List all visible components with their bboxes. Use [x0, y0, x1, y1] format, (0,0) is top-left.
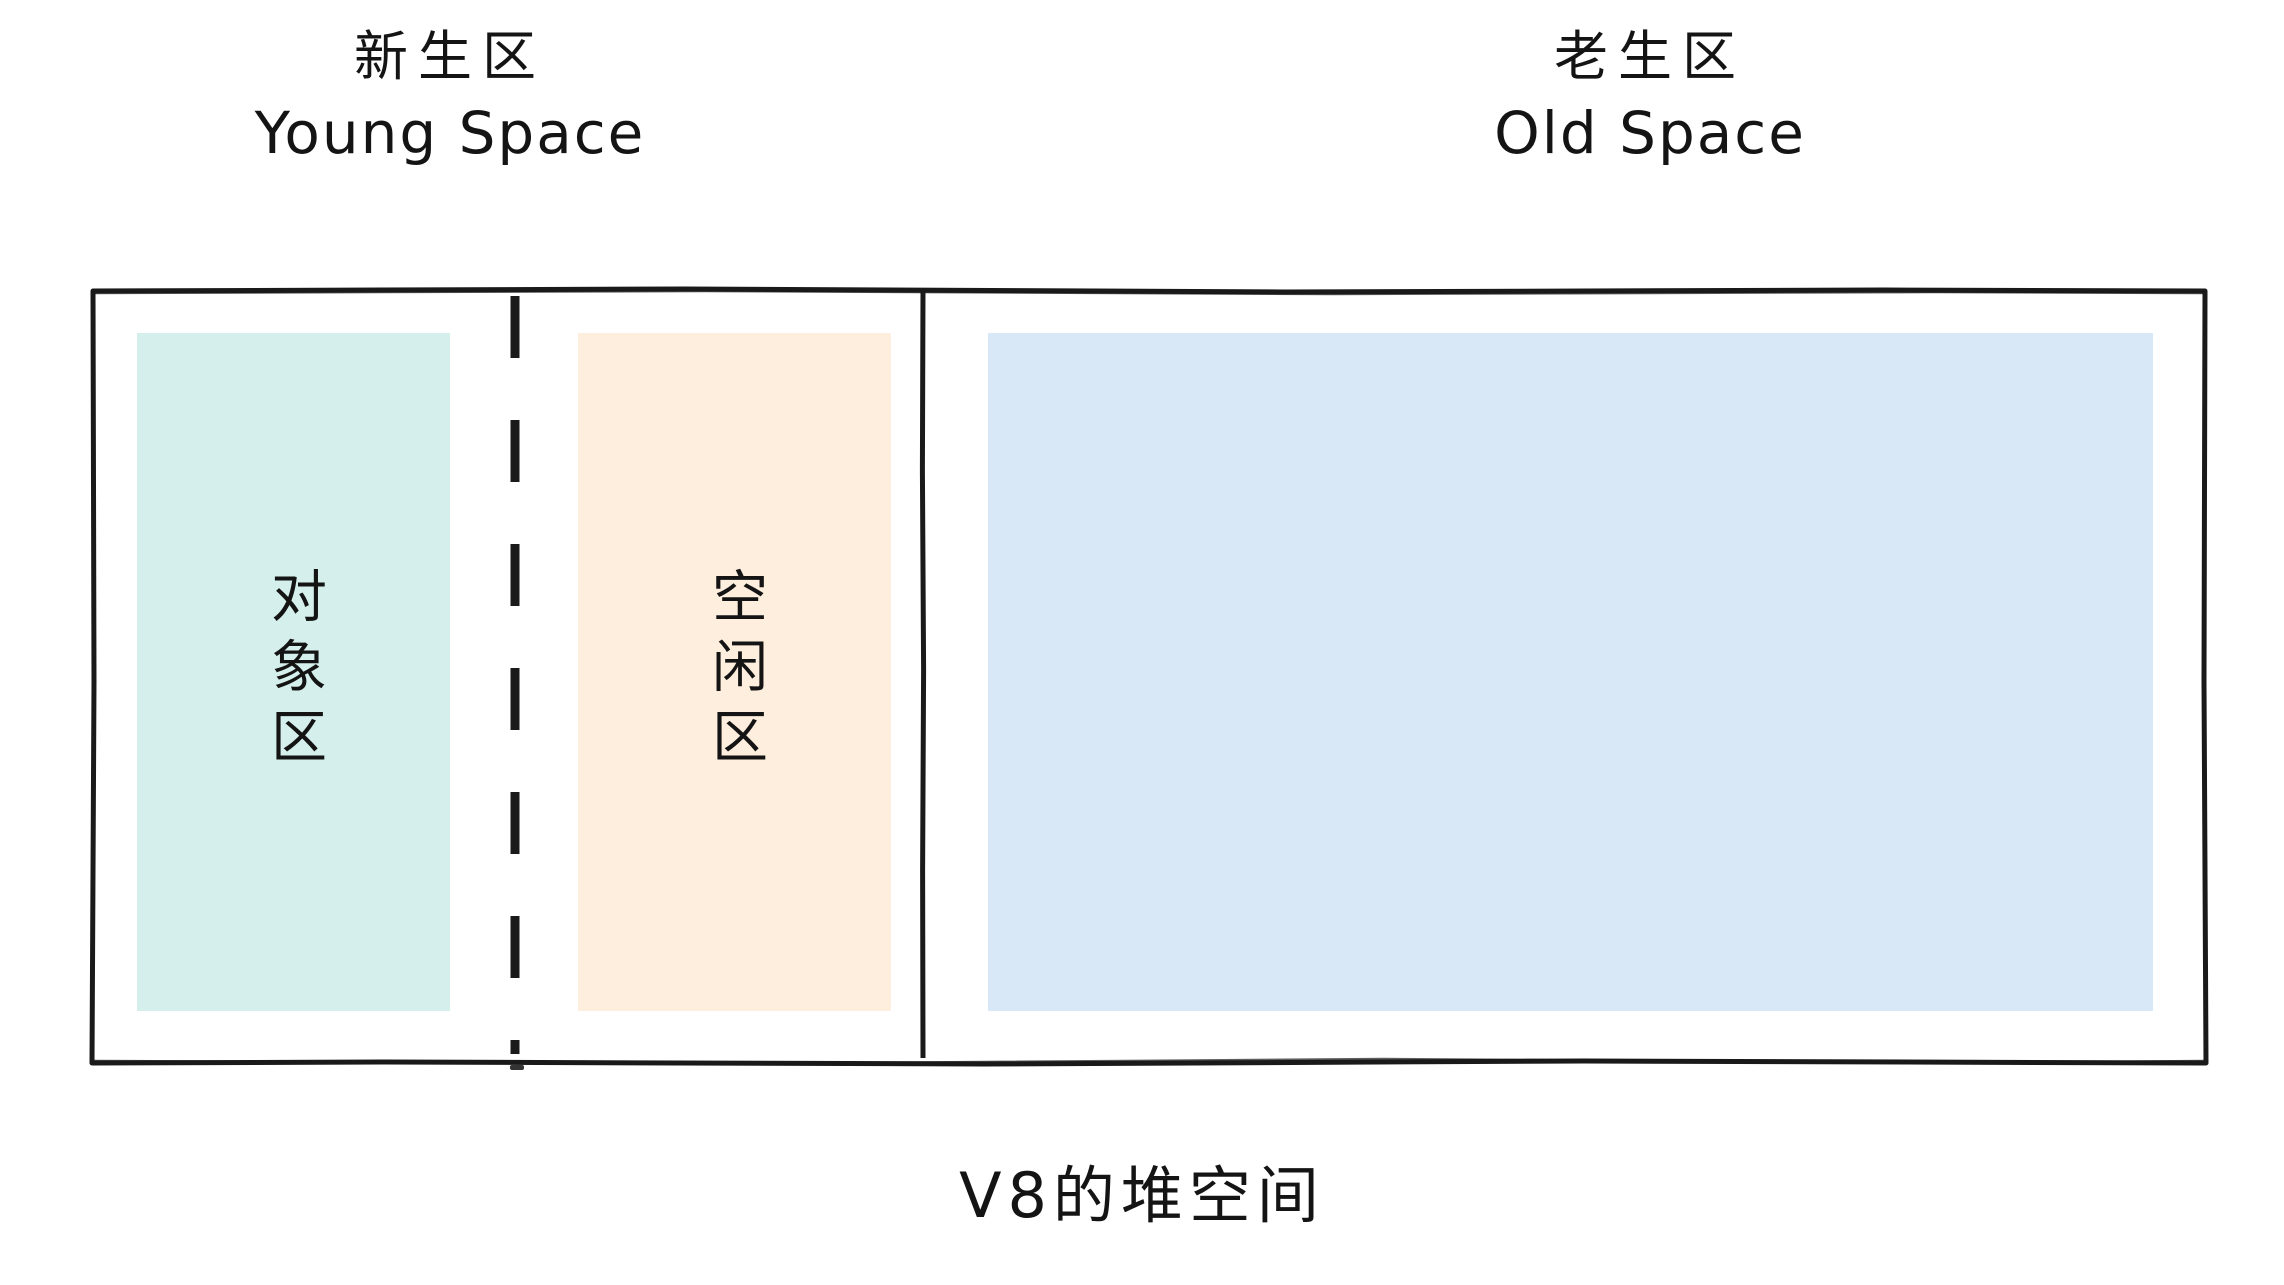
young-space-title-cn: 新生区 [354, 25, 546, 88]
block-object-area: 对象区 [137, 333, 450, 1011]
divider-tick-mark-icon [510, 1065, 524, 1070]
young-space-dashed-divider-icon [510, 296, 520, 1054]
heap-frame: 对象区 空闲区 [89, 286, 2209, 1070]
space-solid-divider-icon [919, 290, 927, 1058]
block-free-area-label: 空闲区 [702, 567, 768, 777]
young-space-header: 新生区 Young Space [100, 25, 800, 168]
young-space-title-en: Young Space [254, 99, 646, 168]
block-object-area-label: 对象区 [261, 567, 327, 777]
block-free-area: 空闲区 [578, 333, 891, 1011]
old-space-header: 老生区 Old Space [1300, 25, 2000, 168]
old-space-title-cn: 老生区 [1554, 25, 1746, 88]
block-old-area [988, 333, 2153, 1011]
diagram-caption: V8的堆空间 [959, 1159, 1325, 1232]
old-space-title-en: Old Space [1494, 99, 1806, 168]
region-old-space [923, 290, 2206, 1058]
region-young-space: 对象区 空闲区 [92, 290, 923, 1058]
